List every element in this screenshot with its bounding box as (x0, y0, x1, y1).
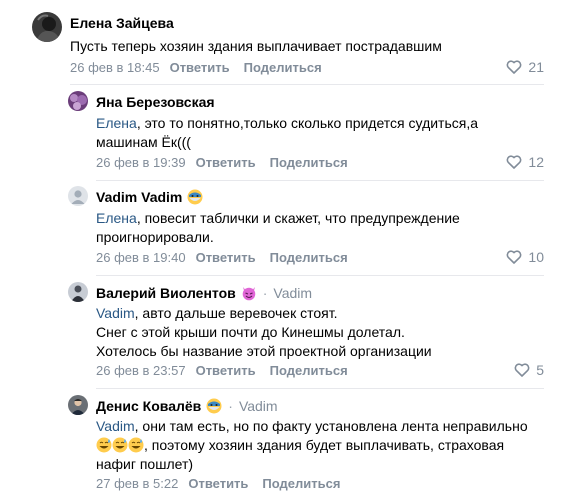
mention-link[interactable]: Елена (96, 210, 137, 226)
comment-text: Vadim, они там есть, но по факту установ… (96, 417, 546, 474)
like-count: 10 (528, 249, 544, 265)
reply-button[interactable]: Ответить (188, 476, 248, 491)
comment-meta: 26 фев в 19:40 Ответить Поделиться (96, 250, 362, 265)
comment-text: Елена, это то понятно,только сколько при… (96, 114, 516, 152)
share-button[interactable]: Поделиться (270, 363, 348, 378)
avatar[interactable] (68, 186, 88, 206)
heart-outline-icon (507, 250, 522, 264)
comment-text: Пусть теперь хозяин здания выплачивает п… (70, 37, 540, 56)
comment-text: Елена, повесит таблички и скажет, что пр… (96, 209, 496, 247)
like-button[interactable]: 10 (506, 249, 544, 265)
avatar[interactable] (68, 282, 88, 302)
author-name[interactable]: Vadim Vadim (96, 189, 182, 205)
like-button[interactable]: 21 (506, 59, 544, 75)
reply-button[interactable]: Ответить (196, 363, 256, 378)
comment-author[interactable]: Денис Ковалёв · Vadim (96, 398, 278, 414)
reply-to-user[interactable]: Vadim (273, 285, 312, 301)
comment-meta: 26 фев в 19:39 Ответить Поделиться (96, 155, 362, 170)
comment-author[interactable]: Vadim Vadim (96, 189, 203, 205)
comment-body: , поэтому хозяин здания будет выплачиват… (144, 437, 505, 453)
share-button[interactable]: Поделиться (270, 250, 348, 265)
sweat-smile-emoji-icon (112, 437, 128, 453)
like-count: 12 (528, 154, 544, 170)
heart-outline-icon (514, 363, 530, 377)
comment-author[interactable]: Елена Зайцева (70, 15, 174, 31)
comment-body: , повесит таблички и скажет, что предупр… (96, 210, 460, 245)
mask-emoji-icon (206, 398, 222, 414)
smiling-devil-emoji-icon (241, 285, 257, 301)
comment-body: , это то понятно,только сколько придется… (96, 115, 479, 150)
comment-meta: 27 фев в 5:22 Ответить Поделиться (96, 476, 354, 491)
author-name[interactable]: Валерий Виолентов (96, 285, 236, 301)
avatar[interactable] (32, 12, 62, 42)
sweat-smile-emoji-icon (96, 437, 112, 453)
share-button[interactable]: Поделиться (262, 476, 340, 491)
comment-date[interactable]: 26 фев в 19:40 (96, 250, 186, 265)
comment-date[interactable]: 26 фев в 19:39 (96, 155, 186, 170)
comment-line: нафиг пошлет) (96, 456, 194, 472)
reply-button[interactable]: Ответить (196, 250, 256, 265)
comment-body: , авто дальше веревочек стоят. (134, 305, 338, 321)
comment-text: Vadim, авто дальше веревочек стоят. Снег… (96, 304, 526, 361)
divider (70, 84, 544, 85)
comment-thread: Елена Зайцева Пусть теперь хозяин здания… (0, 0, 576, 503)
sweat-smile-emoji-icon (128, 437, 144, 453)
mention-link[interactable]: Vadim (96, 418, 135, 434)
mask-emoji-icon (187, 189, 203, 205)
separator-dot: · (262, 285, 268, 301)
share-button[interactable]: Поделиться (244, 60, 322, 75)
avatar[interactable] (68, 91, 88, 111)
divider (96, 180, 544, 181)
avatar[interactable] (68, 395, 88, 415)
like-button[interactable]: 12 (506, 154, 544, 170)
author-name[interactable]: Елена Зайцева (70, 15, 174, 31)
comment-date[interactable]: 27 фев в 5:22 (96, 476, 178, 491)
comment-author[interactable]: Валерий Виолентов · Vadim (96, 285, 312, 301)
comment-line: , поэтому хозяин здания будет выплачиват… (96, 436, 546, 455)
like-button[interactable]: 5 (514, 362, 544, 378)
comment-line: Vadim, авто дальше веревочек стоят. (96, 304, 526, 323)
comment-line: Снег с этой крыши почти до Кинешмы долет… (96, 324, 405, 340)
author-name[interactable]: Яна Березовская (96, 94, 215, 110)
mention-link[interactable]: Елена (96, 115, 137, 131)
like-count: 21 (528, 59, 544, 75)
comment-line: Хотелось бы название этой проектной орга… (96, 343, 432, 359)
comment-body: Пусть теперь хозяин здания выплачивает п… (70, 38, 442, 54)
heart-outline-icon (507, 155, 522, 169)
divider (96, 275, 544, 276)
reply-button[interactable]: Ответить (170, 60, 230, 75)
like-count: 5 (536, 362, 544, 378)
author-name[interactable]: Денис Ковалёв (96, 398, 201, 414)
mention-link[interactable]: Vadim (96, 305, 135, 321)
comment-meta: 26 фев в 23:57 Ответить Поделиться (96, 363, 362, 378)
separator-dot: · (228, 398, 233, 414)
comment-date[interactable]: 26 фев в 23:57 (96, 363, 186, 378)
comment-line: Vadim, они там есть, но по факту установ… (96, 417, 546, 436)
reply-button[interactable]: Ответить (196, 155, 256, 170)
heart-outline-icon (507, 60, 522, 74)
reply-to-user[interactable]: Vadim (239, 398, 278, 414)
comment-author[interactable]: Яна Березовская (96, 94, 215, 110)
comment-body: , они там есть, но по факту установлена … (134, 418, 528, 434)
divider (96, 388, 544, 389)
comment-date[interactable]: 26 фев в 18:45 (70, 60, 160, 75)
comment-meta: 26 фев в 18:45 Ответить Поделиться (70, 60, 336, 75)
share-button[interactable]: Поделиться (270, 155, 348, 170)
